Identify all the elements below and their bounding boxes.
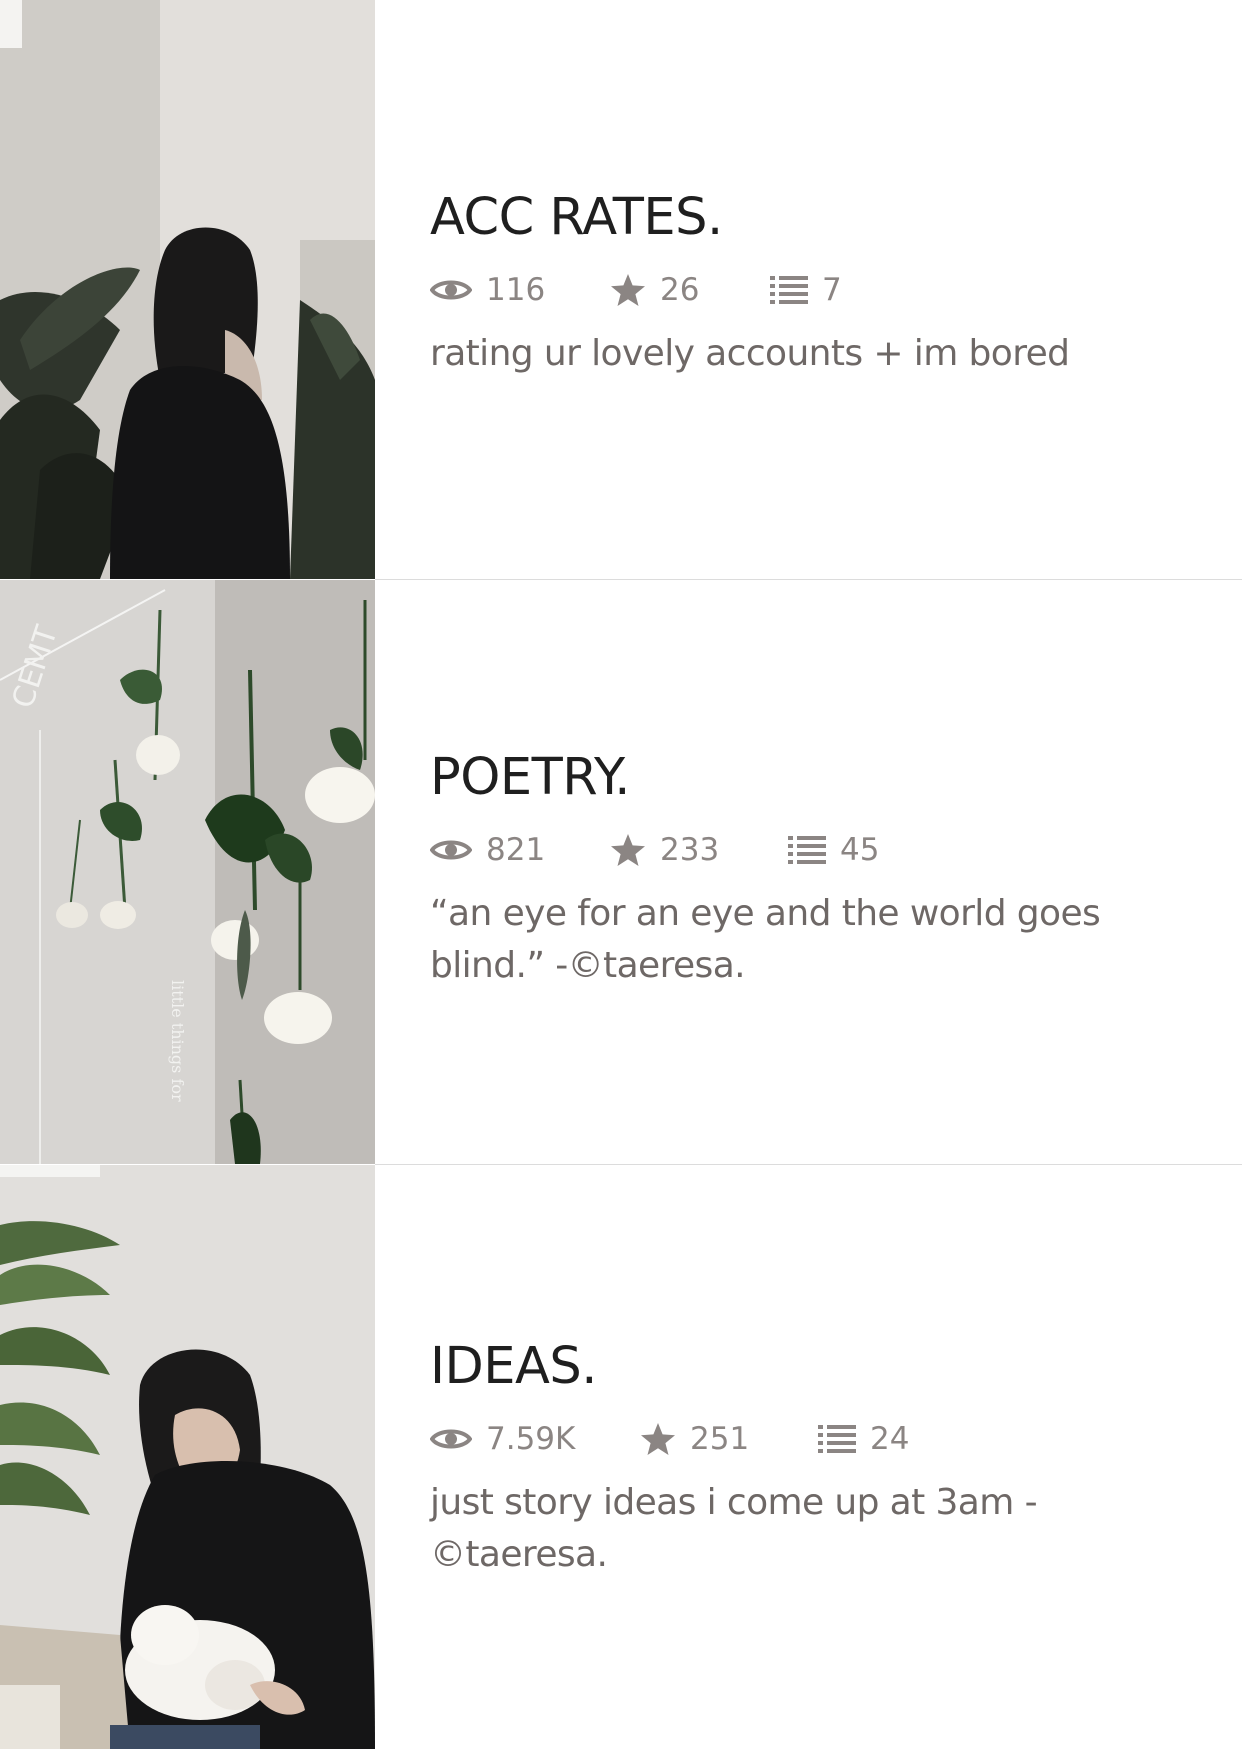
parts-count: 45 bbox=[840, 832, 880, 868]
story-stats: 116 26 7 bbox=[430, 268, 1210, 312]
story-info: POETRY. 821 233 45 “an eye for an eye an… bbox=[430, 748, 1210, 992]
votes-count: 251 bbox=[690, 1421, 750, 1457]
story-list: ACC RATES. 116 26 7 rating ur lovely acc… bbox=[0, 0, 1242, 1749]
parts-count: 24 bbox=[870, 1421, 910, 1457]
cover-photo-hanging-flowers: CEMT little things for bbox=[0, 580, 375, 1164]
star-icon bbox=[610, 273, 646, 307]
story-cover-image[interactable] bbox=[0, 0, 375, 579]
reads-count: 821 bbox=[486, 832, 546, 868]
story-stats: 7.59K 251 24 bbox=[430, 1417, 1210, 1461]
story-title[interactable]: ACC RATES. bbox=[430, 188, 1210, 248]
votes-count: 26 bbox=[660, 272, 700, 308]
story-stats: 821 233 45 bbox=[430, 828, 1210, 872]
star-icon bbox=[610, 833, 646, 867]
cover-photo-woman-dog bbox=[0, 1165, 375, 1749]
story-title[interactable]: IDEAS. bbox=[430, 1337, 1210, 1397]
reads-count: 116 bbox=[486, 272, 546, 308]
reads-stat: 116 bbox=[430, 272, 610, 308]
eye-icon bbox=[430, 277, 472, 303]
story-card-acc-rates[interactable]: ACC RATES. 116 26 7 rating ur lovely acc… bbox=[0, 0, 1242, 579]
parts-stat: 7 bbox=[770, 272, 842, 308]
parts-count: 7 bbox=[822, 272, 842, 308]
list-icon bbox=[770, 274, 808, 306]
eye-icon bbox=[430, 1426, 472, 1452]
parts-stat: 24 bbox=[818, 1421, 909, 1457]
cover-photo-woman-plants bbox=[0, 0, 375, 579]
story-info: IDEAS. 7.59K 251 24 just story ideas i c… bbox=[430, 1337, 1210, 1581]
story-description: rating ur lovely accounts + im bored bbox=[430, 333, 1070, 374]
story-card-ideas[interactable]: IDEAS. 7.59K 251 24 just story ideas i c… bbox=[0, 1165, 1242, 1749]
story-card-poetry[interactable]: CEMT little things for POETRY. 821 233 4… bbox=[0, 580, 1242, 1164]
story-description: just story ideas i come up at 3am - ©tae… bbox=[430, 1482, 1038, 1575]
list-icon bbox=[788, 834, 826, 866]
votes-count: 233 bbox=[660, 832, 720, 868]
wall-vertical-text: little things for bbox=[168, 980, 187, 1102]
reads-stat: 821 bbox=[430, 832, 610, 868]
story-cover-image[interactable] bbox=[0, 1165, 375, 1749]
list-icon bbox=[818, 1423, 856, 1455]
votes-stat: 233 bbox=[610, 832, 788, 868]
story-info: ACC RATES. 116 26 7 rating ur lovely acc… bbox=[430, 188, 1210, 380]
eye-icon bbox=[430, 837, 472, 863]
votes-stat: 251 bbox=[640, 1421, 818, 1457]
parts-stat: 45 bbox=[788, 832, 879, 868]
star-icon bbox=[640, 1422, 676, 1456]
reads-count: 7.59K bbox=[486, 1421, 576, 1457]
story-cover-image[interactable]: CEMT little things for bbox=[0, 580, 375, 1164]
reads-stat: 7.59K bbox=[430, 1421, 640, 1457]
story-description: “an eye for an eye and the world goes bl… bbox=[430, 893, 1101, 986]
story-title[interactable]: POETRY. bbox=[430, 748, 1210, 808]
votes-stat: 26 bbox=[610, 272, 770, 308]
